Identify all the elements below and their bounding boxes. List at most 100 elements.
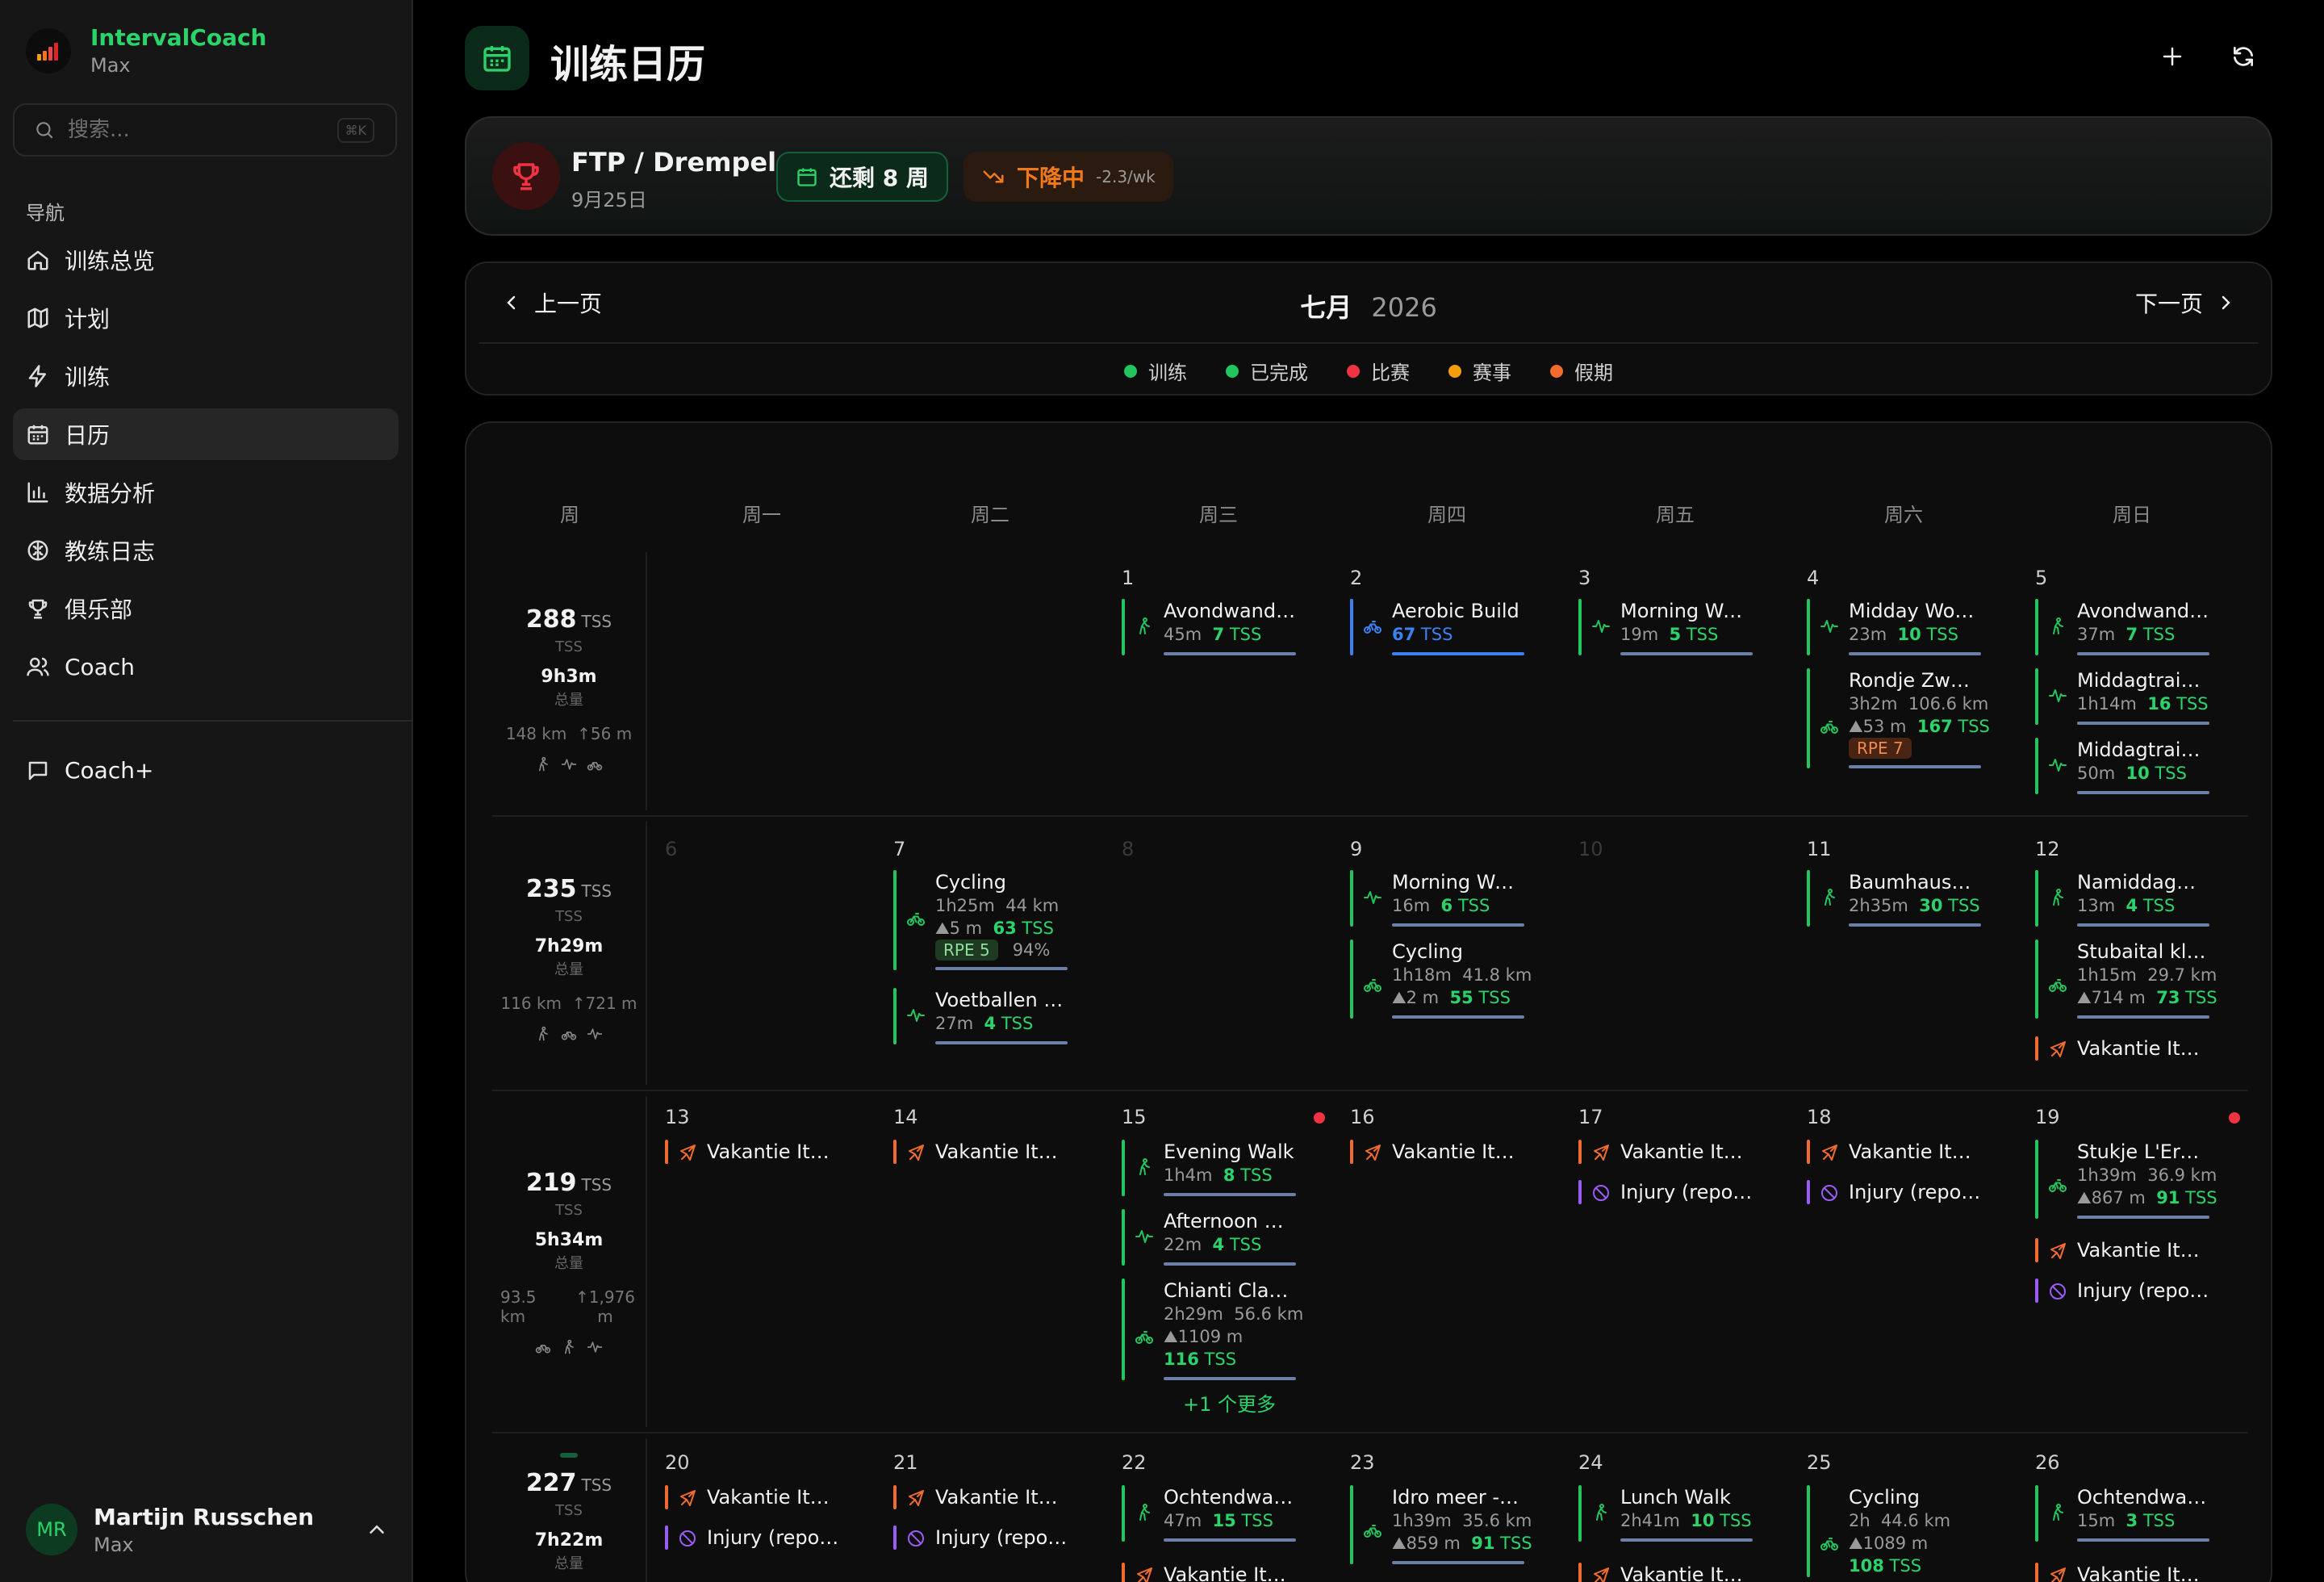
workout-event[interactable]: Chianti Classico 2h29m 56.6 km ⛰1109 m 1… [1122, 1279, 1303, 1380]
bike-icon [561, 1026, 577, 1042]
week-summary[interactable]: 288 TSS TSS 9h3m 总量 148 km ↑56 m [492, 605, 646, 772]
plane-icon [2048, 1040, 2067, 1059]
sidebar-item-coach-log[interactable]: 教练日志 [13, 525, 399, 576]
vacation-event[interactable]: Vakantie Italie [1578, 1140, 1753, 1164]
injury-event[interactable]: Injury (reported) [665, 1526, 839, 1550]
injury-event[interactable]: Injury (reported) [893, 1526, 1068, 1550]
sidebar-item-coach[interactable]: Coach [13, 641, 399, 693]
user-menu[interactable]: MR Martijn Russchen Max [26, 1503, 389, 1556]
sidebar-item-workouts[interactable]: 训练 [13, 350, 399, 402]
workout-event[interactable]: Ochtendwandeling 47m 15 TSS [1122, 1485, 1296, 1542]
sidebar-divider [13, 720, 413, 722]
sidebar-item-club[interactable]: 俱乐部 [13, 583, 399, 634]
add-button[interactable] [2155, 39, 2190, 74]
injury-event[interactable]: Injury (reported) [2035, 1279, 2209, 1303]
week-summary[interactable]: 219 TSS TSS 5h34m 总量 93.5 km ↑1,976 m [492, 1169, 646, 1355]
planned-workout-event[interactable]: Aerobic Build 67 TSS [1350, 599, 1524, 655]
sidebar-item-analytics[interactable]: 数据分析 [13, 467, 399, 518]
event-stats: ⛰714 m 73 TSS [2077, 988, 2217, 1007]
search-input[interactable] [68, 118, 326, 142]
workout-event[interactable]: Baumhausweg 2h35m 30 TSS [1807, 870, 1981, 927]
workout-event[interactable]: Idro meer - Rondje 1h39m 35.6 km ⛰859 m … [1350, 1485, 1532, 1564]
event-bar [2035, 1279, 2038, 1303]
chevron-up-icon[interactable] [365, 1517, 389, 1542]
event-stats: 23m 10 TSS [1849, 625, 1958, 644]
workout-event[interactable]: Middagtraining 50m 10 TSS [2035, 738, 2209, 794]
page-title: 训练日历 [550, 42, 706, 87]
workout-event[interactable]: Voetballen in de tuin 27m 4 TSS [893, 988, 1068, 1044]
month-bar-divider [479, 342, 2258, 344]
event-stats: ⛰5 m 63 TSS [935, 919, 1054, 938]
day-number: 26 [2035, 1451, 2060, 1474]
workout-event[interactable]: Ochtendwandeling 15m 3 TSS [2035, 1485, 2209, 1542]
workout-event[interactable]: Lunch Walk 2h41m 10 TSS [1578, 1485, 1753, 1542]
pulse-icon [561, 756, 577, 772]
more-events-link[interactable]: +1 个更多 [1183, 1388, 1276, 1417]
event-stats: 13m 4 TSS [2077, 896, 2176, 915]
event-underline [1620, 652, 1753, 655]
workout-event[interactable]: Stukje L'Eroica 1h39m 36.9 km ⛰867 m 91 … [2035, 1140, 2217, 1219]
vacation-event[interactable]: Vakantie Italie [1807, 1140, 1981, 1164]
search-box[interactable]: ⌘K [13, 103, 397, 157]
week-tss: 219 TSS [525, 1169, 612, 1197]
vacation-event[interactable]: Vakantie Italie [893, 1140, 1068, 1164]
event-title: Vakantie Italie [1620, 1140, 1753, 1163]
col-header-fri: 周五 [1656, 504, 1695, 526]
workout-event[interactable]: Cycling 1h18m 41.8 km ⛰2 m 55 TSS [1350, 940, 1532, 1019]
workout-event[interactable]: Rondje Zwolle en omgeving 3h2m 106.6 km … [1807, 668, 1990, 768]
week-summary[interactable]: 227 TSS TSS 7h22m 总量 [492, 1453, 646, 1573]
injury-event[interactable]: Injury (reported) [1578, 1180, 1753, 1204]
workout-event[interactable]: Morning Workout 16m 6 TSS [1350, 870, 1524, 927]
week-tss: 235 TSS [525, 875, 612, 903]
week-summary[interactable]: 235 TSS TSS 7h29m 总量 116 km ↑721 m [492, 875, 646, 1042]
event-title: Vakantie Italie [2077, 1037, 2209, 1060]
event-title: Injury (reported) [1849, 1181, 1981, 1203]
sidebar-item-coach-plus[interactable]: Coach+ [26, 757, 153, 784]
workout-event[interactable]: Morning Workout 19m 5 TSS [1578, 599, 1753, 655]
sidebar-item-calendar[interactable]: 日历 [13, 408, 399, 460]
event-stats: 1h14m 16 TSS [2077, 694, 2209, 714]
sidebar-item-plan[interactable]: 计划 [13, 292, 399, 344]
goal-card[interactable]: FTP / Drempel 9月25日 还剩 8 周 下降中 -2.3/wk [465, 116, 2272, 236]
week-tss: 227 TSS [525, 1469, 612, 1497]
legend-label: 假期 [1574, 362, 1613, 384]
legend-item-vacation: 假期 [1550, 357, 1613, 385]
event-title: Rondje Zwolle en omgeving [1849, 669, 1981, 692]
legend-dot [1550, 364, 1563, 378]
next-month-button[interactable]: 下一页 [2135, 284, 2235, 321]
event-underline [1849, 923, 1981, 927]
vacation-event[interactable]: Vakantie Italie [2035, 1036, 2209, 1061]
event-title: Vakantie Italie [707, 1486, 839, 1509]
pulse-icon [587, 1026, 603, 1042]
vacation-event[interactable]: Vakantie Italie [1578, 1563, 1753, 1582]
workout-event[interactable]: Stubaital klim en afdaling 1h15m 29.7 km… [2035, 940, 2217, 1019]
vacation-event[interactable]: Vakantie Italie [665, 1485, 839, 1509]
event-bar [1578, 1140, 1582, 1164]
vacation-event[interactable]: Vakantie Italie [1122, 1563, 1296, 1582]
legend-label: 训练 [1148, 362, 1187, 384]
event-bar [1578, 1563, 1582, 1582]
injury-event[interactable]: Injury (reported) [1807, 1180, 1981, 1204]
week-distance: 116 km ↑721 m [500, 994, 637, 1013]
event-title: Stubaital klim en afdaling [2077, 940, 2209, 963]
vacation-event[interactable]: Vakantie Italie [893, 1485, 1068, 1509]
brand[interactable]: IntervalCoach Max [26, 24, 267, 77]
workout-event[interactable]: Middagtraining 1h14m 16 TSS [2035, 668, 2209, 725]
vacation-event[interactable]: Vakantie Italie [2035, 1238, 2209, 1262]
refresh-button[interactable] [2226, 39, 2261, 74]
workout-event[interactable]: Avondwandeling 37m 7 TSS [2035, 599, 2209, 655]
workout-event[interactable]: Evening Walk 1h4m 8 TSS [1122, 1140, 1296, 1196]
vacation-event[interactable]: Vakantie Italie [2035, 1563, 2209, 1582]
workout-event[interactable]: Cycling 1h25m 44 km ⛰5 m 63 TSS RPE 5 94% [893, 870, 1068, 970]
workout-event[interactable]: Cycling 2h 44.6 km ⛰1089 m 108 TSS [1807, 1485, 1981, 1577]
workout-event[interactable]: Namiddagwandeling 13m 4 TSS [2035, 870, 2209, 927]
page-calendar-icon [465, 26, 529, 90]
week-column-divider [646, 1438, 647, 1582]
event-bar [893, 870, 897, 970]
workout-event[interactable]: Avondwandeling 45m 7 TSS [1122, 599, 1296, 655]
sidebar-item-overview[interactable]: 训练总览 [13, 234, 399, 286]
vacation-event[interactable]: Vakantie Italie [665, 1140, 839, 1164]
workout-event[interactable]: Afternoon Workout 22m 4 TSS [1122, 1209, 1296, 1266]
vacation-event[interactable]: Vakantie Italie [1350, 1140, 1524, 1164]
workout-event[interactable]: Midday Workout 23m 10 TSS [1807, 599, 1981, 655]
